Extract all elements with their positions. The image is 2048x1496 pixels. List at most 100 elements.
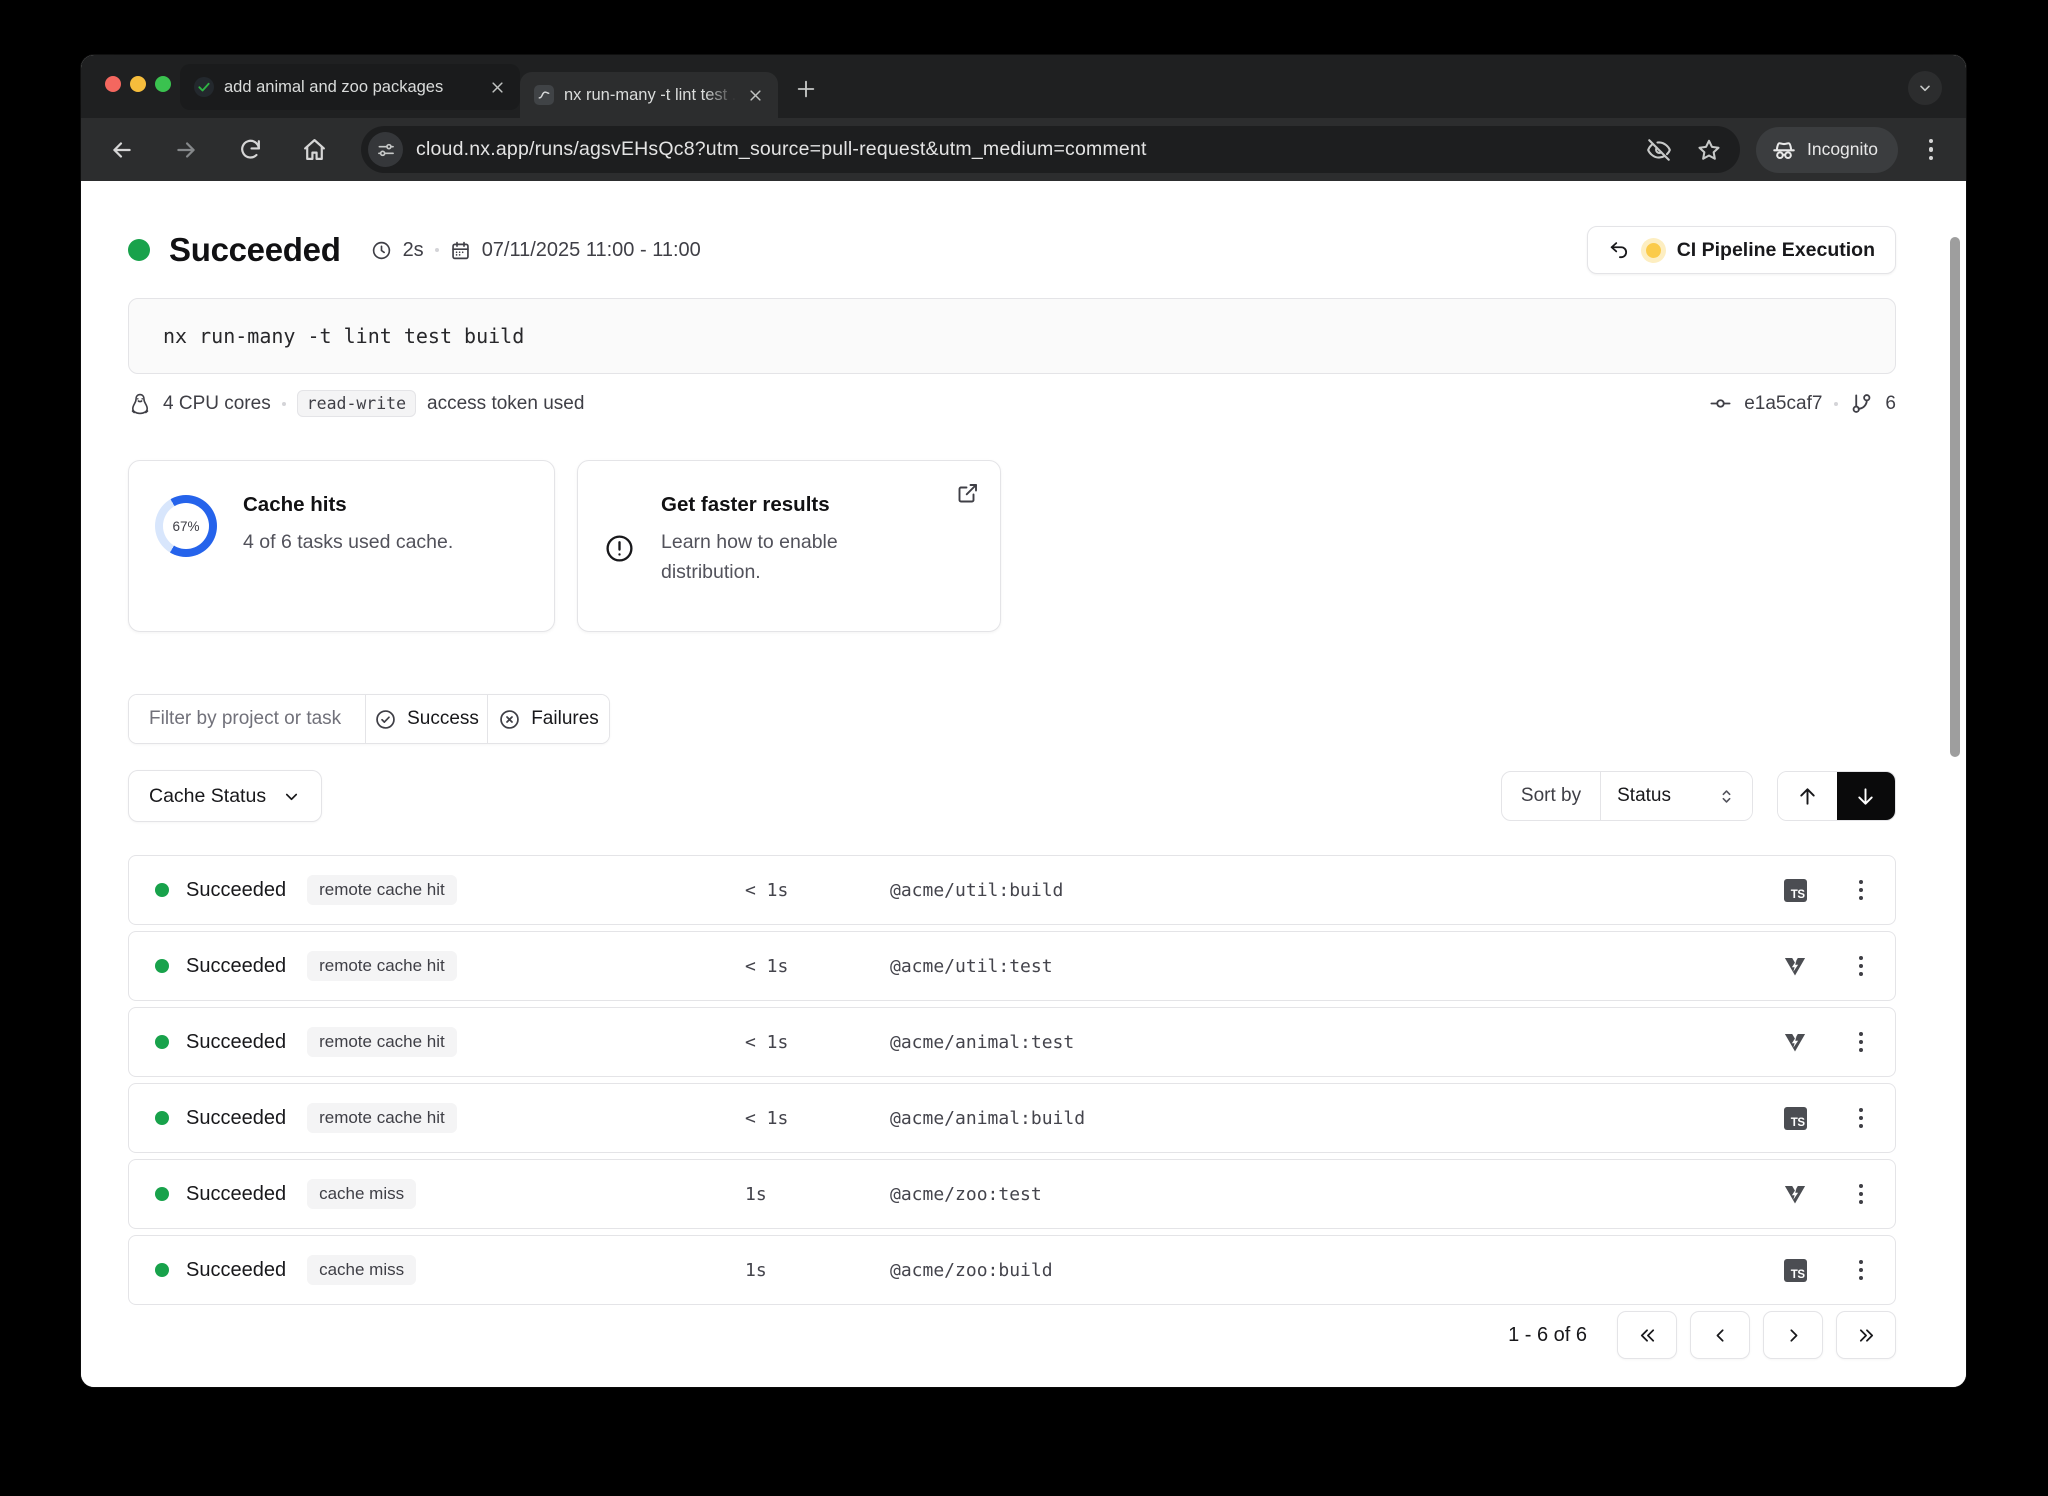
row-status-dot	[155, 883, 169, 897]
new-tab-button[interactable]	[788, 71, 824, 107]
row-status-cell: Succeeded cache miss	[155, 1255, 745, 1285]
run-header: Succeeded 2s 07/11/2025 11:00 - 11:00 CI…	[128, 226, 1896, 274]
row-task-name[interactable]: @acme/zoo:test	[890, 1184, 1765, 1205]
close-tab-icon[interactable]	[746, 86, 764, 104]
filter-failures-button[interactable]: Failures	[487, 695, 609, 743]
browser-menu-button[interactable]	[1918, 139, 1944, 161]
table-row[interactable]: Succeeded remote cache hit < 1s @acme/an…	[128, 1007, 1896, 1077]
bookmark-star-icon[interactable]	[1696, 137, 1722, 163]
dot-separator	[1834, 402, 1838, 406]
row-menu-button[interactable]	[1825, 956, 1869, 977]
row-duration: < 1s	[745, 1032, 890, 1053]
run-meta: 2s 07/11/2025 11:00 - 11:00	[371, 239, 701, 262]
home-button[interactable]	[293, 129, 335, 171]
commit-sha[interactable]: e1a5caf7	[1744, 393, 1822, 415]
row-cache-badge: cache miss	[307, 1255, 416, 1285]
row-duration: 1s	[745, 1260, 890, 1281]
last-page-button[interactable]	[1836, 1311, 1896, 1359]
sort-direction-toggle	[1777, 771, 1896, 821]
filter-failures-label: Failures	[531, 708, 599, 730]
table-row[interactable]: Succeeded remote cache hit < 1s @acme/an…	[128, 1083, 1896, 1153]
row-status-cell: Succeeded remote cache hit	[155, 1103, 745, 1133]
next-page-button[interactable]	[1763, 1311, 1823, 1359]
cache-status-dropdown[interactable]: Cache Status	[128, 770, 322, 822]
cpu-cores-label: 4 CPU cores	[163, 393, 271, 415]
row-task-name[interactable]: @acme/animal:build	[890, 1108, 1765, 1129]
chevrons-up-down-icon	[1717, 787, 1736, 806]
table-row[interactable]: Succeeded cache miss 1s @acme/zoo:test T…	[128, 1159, 1896, 1229]
row-duration: < 1s	[745, 880, 890, 901]
row-task-name[interactable]: @acme/util:test	[890, 956, 1765, 977]
arrow-down-icon	[1854, 785, 1877, 808]
table-row[interactable]: Succeeded remote cache hit < 1s @acme/ut…	[128, 931, 1896, 1001]
row-task-name[interactable]: @acme/zoo:build	[890, 1260, 1765, 1281]
site-settings-icon[interactable]	[368, 132, 403, 167]
row-menu-button[interactable]	[1825, 1184, 1869, 1205]
scrollbar-thumb[interactable]	[1950, 237, 1960, 757]
access-token-label: access token used	[427, 393, 584, 415]
run-status-dot	[128, 239, 150, 261]
eye-off-icon[interactable]	[1646, 137, 1672, 163]
external-link-icon[interactable]	[956, 481, 980, 505]
sort-descending-button[interactable]	[1837, 772, 1896, 820]
close-window-button[interactable]	[105, 76, 121, 92]
vitest-icon	[1783, 1030, 1807, 1054]
row-menu-button[interactable]	[1825, 880, 1869, 901]
back-button[interactable]	[101, 129, 143, 171]
row-task-name[interactable]: @acme/animal:test	[890, 1032, 1765, 1053]
url-text[interactable]: cloud.nx.app/runs/agsvEHsQc8?utm_source=…	[416, 138, 1622, 161]
distribution-card[interactable]: Get faster results Learn how to enable d…	[577, 460, 1001, 632]
zoom-window-button[interactable]	[155, 76, 171, 92]
filter-bar: Success Failures	[128, 694, 610, 744]
sort-field-select[interactable]: Status	[1601, 772, 1752, 820]
chevron-down-icon	[282, 787, 301, 806]
filter-success-button[interactable]: Success	[365, 695, 487, 743]
minimize-window-button[interactable]	[130, 76, 146, 92]
pipeline-button-label: CI Pipeline Execution	[1677, 239, 1875, 262]
row-menu-button[interactable]	[1825, 1260, 1869, 1281]
run-status-title: Succeeded	[169, 231, 341, 269]
branch-count[interactable]: 6	[1885, 393, 1896, 415]
sort-ascending-button[interactable]	[1778, 772, 1837, 820]
run-command-box: nx run-many -t lint test build	[128, 298, 1896, 374]
row-status-label: Succeeded	[186, 1107, 286, 1130]
sort-field-value: Status	[1617, 785, 1671, 807]
pipeline-execution-button[interactable]: CI Pipeline Execution	[1587, 226, 1896, 274]
alert-circle-icon	[604, 533, 635, 564]
pagination: 1 - 6 of 6	[128, 1311, 1896, 1359]
row-status-cell: Succeeded remote cache hit	[155, 875, 745, 905]
table-row[interactable]: Succeeded cache miss 1s @acme/zoo:build …	[128, 1235, 1896, 1305]
row-status-dot	[155, 1035, 169, 1049]
close-tab-icon[interactable]	[488, 78, 506, 96]
first-page-button[interactable]	[1617, 1311, 1677, 1359]
window-controls	[105, 76, 171, 92]
row-status-label: Succeeded	[186, 955, 286, 978]
table-row[interactable]: Succeeded remote cache hit < 1s @acme/ut…	[128, 855, 1896, 925]
tab-search-chevron-button[interactable]	[1908, 71, 1942, 105]
previous-page-button[interactable]	[1690, 1311, 1750, 1359]
row-status-label: Succeeded	[186, 1031, 286, 1054]
row-cache-badge: remote cache hit	[307, 875, 457, 905]
filter-input[interactable]	[129, 695, 365, 743]
tab-pull-request[interactable]: add animal and zoo packages	[180, 64, 520, 110]
cache-hits-donut: 67%	[155, 495, 217, 557]
row-menu-button[interactable]	[1825, 1032, 1869, 1053]
dot-separator	[435, 248, 439, 252]
row-status-label: Succeeded	[186, 1183, 286, 1206]
forward-button[interactable]	[165, 129, 207, 171]
row-duration: < 1s	[745, 956, 890, 977]
run-duration: 2s	[403, 239, 424, 262]
row-duration: 1s	[745, 1184, 890, 1205]
row-menu-button[interactable]	[1825, 1108, 1869, 1129]
pipeline-status-dot	[1646, 243, 1661, 258]
vitest-icon	[1783, 1182, 1807, 1206]
tab-nx-run[interactable]: nx run-many -t lint test ... fro	[520, 72, 778, 118]
incognito-icon	[1771, 137, 1797, 163]
tab-title: add animal and zoo packages	[224, 78, 478, 97]
address-bar[interactable]: cloud.nx.app/runs/agsvEHsQc8?utm_source=…	[361, 126, 1740, 173]
cache-status-label: Cache Status	[149, 785, 266, 808]
tab-title: nx run-many -t lint test ... fro	[564, 86, 736, 105]
reload-button[interactable]	[229, 129, 271, 171]
row-task-name[interactable]: @acme/util:build	[890, 880, 1765, 901]
cache-hits-card: 67% Cache hits 4 of 6 tasks used cache.	[128, 460, 555, 632]
